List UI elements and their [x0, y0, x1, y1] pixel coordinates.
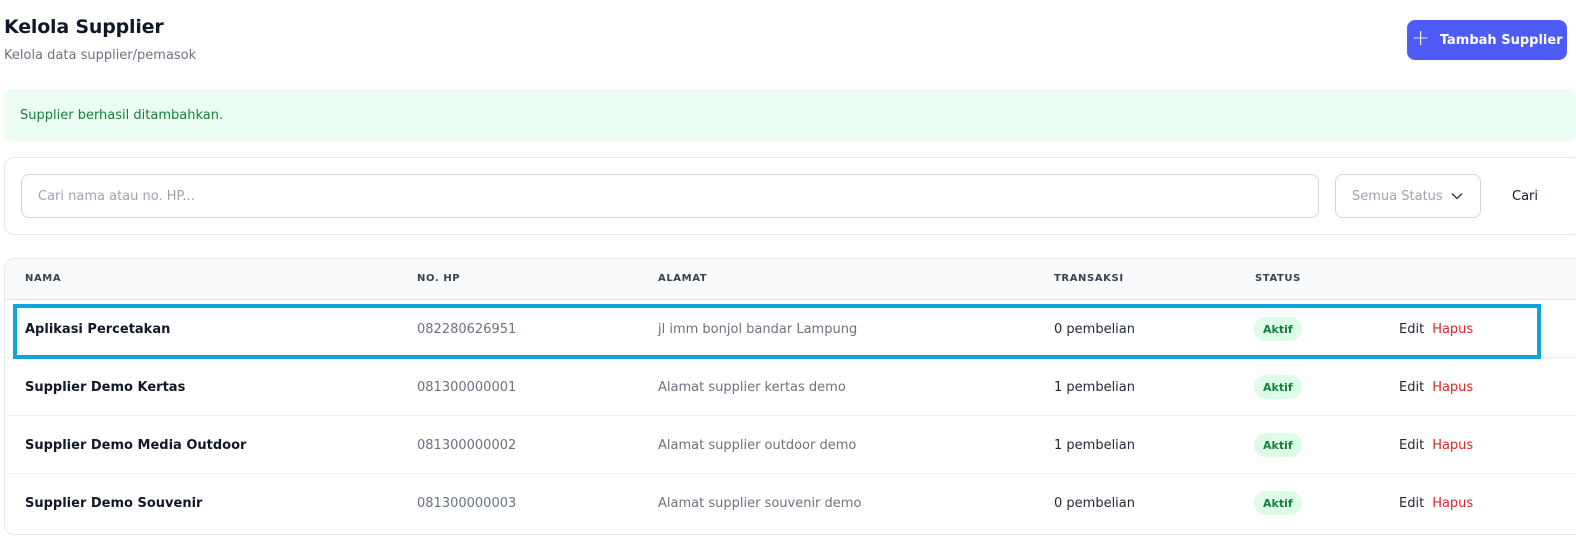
- supplier-phone: 082280626951: [417, 321, 517, 337]
- edit-link[interactable]: Edit: [1399, 322, 1424, 337]
- supplier-name: Supplier Demo Kertas: [25, 379, 186, 395]
- edit-link[interactable]: Edit: [1399, 496, 1424, 511]
- status-cell: Aktif: [1254, 474, 1302, 532]
- supplier-phone: 081300000001: [417, 379, 517, 395]
- edit-link[interactable]: Edit: [1399, 438, 1424, 453]
- add-supplier-button[interactable]: + Tambah Supplier: [1407, 20, 1567, 60]
- supplier-table: NAMA NO. HP ALAMAT TRANSAKSI STATUS Apli…: [4, 258, 1576, 535]
- delete-link[interactable]: Hapus: [1432, 496, 1473, 511]
- row-actions: Edit Hapus: [1399, 358, 1473, 416]
- row-actions: Edit Hapus: [1399, 474, 1473, 532]
- supplier-address: Alamat supplier outdoor demo: [658, 437, 857, 453]
- success-alert-message: Supplier berhasil ditambahkan.: [20, 107, 224, 123]
- supplier-name: Supplier Demo Media Outdoor: [25, 437, 247, 453]
- supplier-address: jl imm bonjol bandar Lampung: [658, 321, 858, 337]
- supplier-name: Aplikasi Percetakan: [25, 321, 171, 337]
- chevron-down-icon: [1451, 193, 1463, 200]
- status-cell: Aktif: [1254, 358, 1302, 416]
- table-row[interactable]: Supplier Demo Souvenir 081300000003 Alam…: [5, 474, 1576, 532]
- status-select-value: Semua Status: [1352, 188, 1443, 204]
- column-header-address[interactable]: ALAMAT: [658, 273, 707, 284]
- status-badge: Aktif: [1254, 317, 1302, 341]
- row-actions: Edit Hapus: [1399, 300, 1473, 358]
- column-header-transactions[interactable]: TRANSAKSI: [1054, 273, 1124, 284]
- supplier-transactions: 1 pembelian: [1054, 379, 1135, 395]
- page-subtitle: Kelola data supplier/pemasok: [4, 48, 197, 63]
- supplier-transactions: 0 pembelian: [1054, 321, 1135, 337]
- status-select[interactable]: Semua Status: [1335, 174, 1481, 218]
- supplier-phone: 081300000003: [417, 495, 517, 511]
- status-badge: Aktif: [1254, 375, 1302, 399]
- status-badge: Aktif: [1254, 491, 1302, 515]
- status-cell: Aktif: [1254, 416, 1302, 474]
- status-cell: Aktif: [1254, 300, 1302, 358]
- supplier-page: Kelola Supplier Kelola data supplier/pem…: [0, 0, 1576, 545]
- page-title: Kelola Supplier: [4, 16, 164, 38]
- supplier-transactions: 0 pembelian: [1054, 495, 1135, 511]
- search-button[interactable]: Cari: [1497, 174, 1553, 218]
- column-header-name[interactable]: NAMA: [25, 273, 61, 284]
- table-header: NAMA NO. HP ALAMAT TRANSAKSI STATUS: [5, 259, 1576, 300]
- status-badge: Aktif: [1254, 433, 1302, 457]
- column-header-status[interactable]: STATUS: [1255, 273, 1301, 284]
- supplier-name: Supplier Demo Souvenir: [25, 495, 203, 511]
- supplier-address: Alamat supplier kertas demo: [658, 379, 846, 395]
- filter-bar: Semua Status Cari: [4, 157, 1576, 235]
- table-row[interactable]: Supplier Demo Kertas 081300000001 Alamat…: [5, 358, 1576, 416]
- supplier-transactions: 1 pembelian: [1054, 437, 1135, 453]
- success-alert: Supplier berhasil ditambahkan.: [4, 89, 1576, 141]
- table-row[interactable]: Aplikasi Percetakan 082280626951 jl imm …: [5, 300, 1576, 358]
- table-row[interactable]: Supplier Demo Media Outdoor 081300000002…: [5, 416, 1576, 474]
- add-supplier-label: Tambah Supplier: [1439, 32, 1563, 48]
- delete-link[interactable]: Hapus: [1432, 322, 1473, 337]
- search-input[interactable]: [21, 174, 1319, 218]
- edit-link[interactable]: Edit: [1399, 380, 1424, 395]
- supplier-phone: 081300000002: [417, 437, 517, 453]
- delete-link[interactable]: Hapus: [1432, 380, 1473, 395]
- row-actions: Edit Hapus: [1399, 416, 1473, 474]
- plus-icon: +: [1411, 26, 1430, 51]
- column-header-phone[interactable]: NO. HP: [417, 273, 460, 284]
- delete-link[interactable]: Hapus: [1432, 438, 1473, 453]
- supplier-address: Alamat supplier souvenir demo: [658, 495, 862, 511]
